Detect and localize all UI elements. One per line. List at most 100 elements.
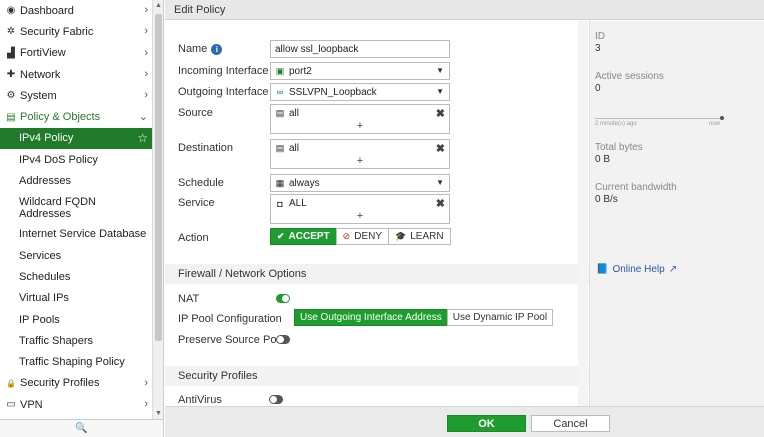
external-link-icon: ↗ xyxy=(668,264,678,275)
sidebar-item-ipv4-dos-policy[interactable]: IPv4 DoS Policy xyxy=(0,149,152,170)
action-label: Action xyxy=(178,232,209,244)
add-source-button[interactable]: + xyxy=(271,120,449,132)
sidebar-item-vpn[interactable]: ▭ VPN › xyxy=(0,394,152,415)
action-toggle-group: ✔ ACCEPT ⊘ DENY 🎓 LEARN xyxy=(270,228,451,245)
sidebar-item-internet-service-db[interactable]: Internet Service Database xyxy=(0,224,152,245)
deny-button[interactable]: ⊘ DENY xyxy=(335,228,390,245)
sidebar-item-label: Services xyxy=(19,249,62,262)
loopback-icon: ∞ xyxy=(276,87,284,97)
dashboard-icon: ◉ xyxy=(6,5,16,17)
remove-icon[interactable]: ✖ xyxy=(436,142,445,155)
sidebar-item-traffic-shapers[interactable]: Traffic Shapers xyxy=(0,330,152,351)
source-label: Source xyxy=(178,107,213,119)
accept-button[interactable]: ✔ ACCEPT xyxy=(270,228,337,245)
deny-label: DENY xyxy=(354,231,383,242)
scroll-up-icon[interactable]: ▲ xyxy=(154,2,163,9)
gear-icon: ⚙ xyxy=(6,90,16,102)
caret-down-icon: ▼ xyxy=(436,66,444,75)
toggle-knob xyxy=(277,336,284,343)
page-header: Edit Policy xyxy=(165,0,764,20)
schedule-select[interactable]: ▦ always ▼ xyxy=(270,174,450,192)
address-icon: ▤ xyxy=(275,108,285,118)
antivirus-toggle[interactable] xyxy=(269,395,283,404)
sidebar-item-label: Addresses xyxy=(19,175,71,188)
sidebar-item-dashboard[interactable]: ◉ Dashboard › xyxy=(0,0,152,21)
sidebar-item-network[interactable]: ✚ Network › xyxy=(0,64,152,85)
sidebar-nav: ◉ Dashboard › ✲ Security Fabric › ▟ Fort… xyxy=(0,0,152,419)
learn-button[interactable]: 🎓 LEARN xyxy=(388,228,451,245)
sidebar-search-button[interactable]: 🔍 xyxy=(0,419,163,437)
chart-icon: ▟ xyxy=(7,47,15,59)
chevron-right-icon: › xyxy=(144,89,148,102)
security-section-title: Security Profiles xyxy=(178,370,258,382)
outgoing-interface-value: SSLVPN_Loopback xyxy=(289,86,377,98)
nat-label: NAT xyxy=(178,293,200,305)
sessions-sparkline xyxy=(595,118,722,119)
sidebar-item-fortiview[interactable]: ▟ FortiView › xyxy=(0,43,152,64)
toggle-knob xyxy=(282,295,289,302)
sidebar-item-traffic-shaping-policy[interactable]: Traffic Shaping Policy xyxy=(0,351,152,372)
current-bandwidth-label: Current bandwidth xyxy=(595,182,677,193)
sidebar-item-policy-objects[interactable]: ▤ Policy & Objects ⌄ xyxy=(0,106,152,127)
learn-label: LEARN xyxy=(410,231,444,242)
online-help-link[interactable]: 📘 Online Help ↗ xyxy=(596,264,677,275)
sidebar-item-ip-pools[interactable]: IP Pools xyxy=(0,309,152,330)
policy-info-panel: ID 3 Active sessions 0 2 minute(s) ago n… xyxy=(589,21,764,406)
add-service-button[interactable]: + xyxy=(271,210,449,222)
use-dynamic-ip-pool-button[interactable]: Use Dynamic IP Pool xyxy=(446,309,554,326)
name-input[interactable]: allow ssl_loopback xyxy=(270,40,450,58)
sidebar-item-label: IPv4 DoS Policy xyxy=(19,153,98,166)
book-icon: 📘 xyxy=(596,264,609,275)
sidebar-item-security-fabric[interactable]: ✲ Security Fabric › xyxy=(0,21,152,42)
preserve-source-port-toggle[interactable] xyxy=(276,335,290,344)
sidebar-item-ipv4-policy[interactable]: IPv4 Policy ☆ xyxy=(0,127,152,150)
incoming-interface-select[interactable]: ▣ port2 ▼ xyxy=(270,62,450,80)
chevron-down-icon: ⌄ xyxy=(138,111,148,124)
cancel-button[interactable]: Cancel xyxy=(531,415,610,432)
scroll-down-icon[interactable]: ▼ xyxy=(154,410,163,417)
antivirus-label: AntiVirus xyxy=(178,394,222,406)
schedule-label: Schedule xyxy=(178,177,224,189)
address-icon: ▤ xyxy=(275,143,285,153)
sidebar-item-label: Virtual IPs xyxy=(19,292,69,305)
info-icon[interactable]: i xyxy=(211,43,223,55)
star-icon[interactable]: ☆ xyxy=(137,131,148,145)
remove-icon[interactable]: ✖ xyxy=(436,197,445,210)
outgoing-interface-label: Outgoing Interface xyxy=(178,86,269,98)
sidebar-item-label: Internet Service Database xyxy=(19,228,147,241)
sparkline-end-label: now xyxy=(709,121,721,127)
sidebar-scroll-thumb[interactable] xyxy=(155,14,162,341)
outgoing-interface-select[interactable]: ∞ SSLVPN_Loopback ▼ xyxy=(270,83,450,101)
sidebar-item-system[interactable]: ⚙ System › xyxy=(0,85,152,106)
source-field[interactable]: ▤ all ✖ + xyxy=(270,104,450,134)
service-value: ALL xyxy=(289,198,307,209)
graduation-cap-icon: 🎓 xyxy=(395,231,407,241)
add-destination-button[interactable]: + xyxy=(271,155,449,167)
incoming-interface-label: Incoming Interface xyxy=(178,65,269,77)
remove-icon[interactable]: ✖ xyxy=(436,107,445,120)
sidebar-item-wildcard-fqdn[interactable]: Wildcard FQDN Addresses xyxy=(0,192,152,224)
accept-label: ACCEPT xyxy=(288,231,330,242)
name-row: Name i xyxy=(178,43,223,55)
use-outgoing-interface-button[interactable]: Use Outgoing Interface Address xyxy=(294,309,448,326)
port-icon: ▣ xyxy=(275,65,285,76)
chevron-right-icon: › xyxy=(144,46,148,59)
lock-icon: 🔒 xyxy=(6,378,16,388)
sidebar-scrollbar[interactable]: ▲ ▼ xyxy=(152,0,163,419)
sidebar-item-label: Security Profiles xyxy=(20,377,100,390)
schedule-value: always xyxy=(289,177,320,189)
nat-toggle[interactable] xyxy=(276,294,290,303)
service-field[interactable]: ◘ ALL ✖ + xyxy=(270,194,450,224)
sidebar-item-virtual-ips[interactable]: Virtual IPs xyxy=(0,288,152,309)
sidebar-item-security-profiles[interactable]: 🔒 Security Profiles › xyxy=(0,373,152,394)
form-scrollbar[interactable] xyxy=(578,21,588,406)
destination-field[interactable]: ▤ all ✖ + xyxy=(270,139,450,169)
sidebar-item-label: System xyxy=(20,89,57,102)
sidebar-item-label: Schedules xyxy=(19,270,71,283)
online-help-label: Online Help xyxy=(612,264,665,275)
ok-button[interactable]: OK xyxy=(447,415,526,432)
sidebar-item-services[interactable]: Services xyxy=(0,245,152,266)
sidebar-item-schedules[interactable]: Schedules xyxy=(0,266,152,287)
source-entry: ▤ all xyxy=(275,108,299,119)
sidebar-item-addresses[interactable]: Addresses xyxy=(0,170,152,191)
